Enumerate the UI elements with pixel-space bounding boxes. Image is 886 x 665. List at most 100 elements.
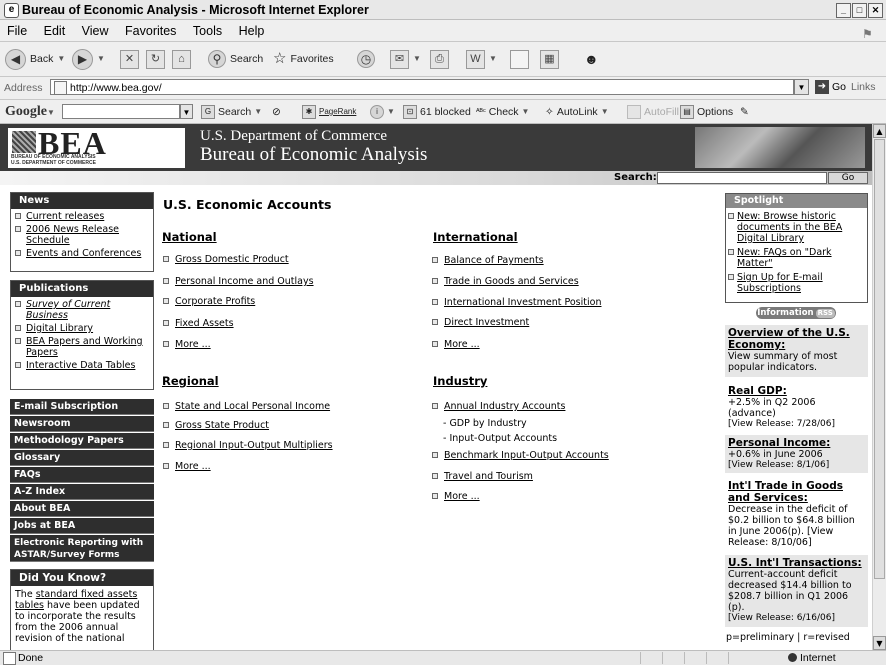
close-button[interactable]: ✕ (868, 3, 883, 18)
link-trade[interactable]: Trade in Goods and Services (431, 276, 579, 287)
scroll-down-button[interactable]: ▼ (873, 636, 886, 650)
research-button[interactable]: ▦ (540, 48, 559, 70)
nav-jobs[interactable]: Jobs at BEA (10, 518, 154, 534)
link-direct-investment[interactable]: Direct Investment (431, 317, 529, 328)
favorites-button[interactable]: ☆ Favorites (273, 48, 334, 70)
indicator-intl-transactions[interactable]: U.S. Int'l Transactions: Current-account… (725, 555, 868, 627)
autofill-button[interactable]: AutoFill (627, 104, 679, 120)
address-dropdown-button[interactable]: ▼ (794, 79, 809, 95)
minimize-button[interactable]: _ (836, 3, 851, 18)
pub-item-digital-library[interactable]: Digital Library (11, 323, 153, 334)
messenger-button[interactable]: ☻ (584, 48, 599, 70)
link-fixed-assets[interactable]: Fixed Assets (162, 318, 234, 329)
link-national-more[interactable]: More ... (162, 339, 211, 350)
menu-tools[interactable]: Tools (193, 24, 222, 38)
link-regional-more[interactable]: More ... (162, 461, 211, 472)
link-gross-state-product[interactable]: Gross State Product (162, 420, 269, 431)
link-gdp[interactable]: Gross Domestic Product (162, 254, 289, 265)
information-rss-button[interactable]: Information RSS (756, 307, 836, 319)
menu-favorites[interactable]: Favorites (125, 24, 176, 38)
discuss-button[interactable] (510, 48, 529, 70)
scroll-up-button[interactable]: ▲ (873, 124, 886, 138)
highlight-button[interactable]: ✎ (740, 104, 749, 120)
google-menu-button[interactable]: Google▼ (5, 104, 55, 120)
address-bar: Address http://www.bea.gov/ ▼ ➜ Go Links (0, 77, 886, 100)
menu-view[interactable]: View (82, 24, 109, 38)
nav-glossary[interactable]: Glossary (10, 450, 154, 466)
mail-button[interactable]: ✉ ▼ (390, 48, 421, 70)
vertical-scrollbar[interactable]: ▲ ▼ (872, 124, 886, 650)
nav-faqs[interactable]: FAQs (10, 467, 154, 483)
go-button[interactable]: ➜ Go (815, 79, 846, 95)
back-button[interactable]: ◀ Back ▼ (5, 48, 65, 70)
link-corporate-profits[interactable]: Corporate Profits (162, 296, 255, 307)
link-balance-of-payments[interactable]: Balance of Payments (431, 255, 544, 266)
regional-heading[interactable]: Regional (162, 374, 219, 388)
options-button[interactable]: ▤ Options (680, 104, 733, 120)
maximize-button[interactable]: □ (852, 3, 867, 18)
google-search-input[interactable] (62, 104, 180, 119)
spotlight-item-digital-library[interactable]: New: Browse historic documents in the BE… (726, 211, 863, 244)
address-input[interactable]: http://www.bea.gov/ (50, 79, 794, 95)
international-heading[interactable]: International (433, 230, 518, 244)
site-search-go-button[interactable]: Go (828, 172, 868, 184)
spotlight-item-email-signup[interactable]: Sign Up for E-mail Subscriptions (726, 272, 863, 294)
menu-help[interactable]: Help (239, 24, 265, 38)
preliminary-revised-legend: p=preliminary | r=revised (726, 632, 850, 643)
bea-logo[interactable]: BEA BUREAU OF ECONOMIC ANALYSIS U.S. DEPA… (8, 125, 185, 168)
site-search-input[interactable] (657, 172, 827, 184)
nav-electronic-reporting[interactable]: Electronic Reporting with ASTAR/Survey F… (10, 535, 154, 562)
window-title-bar[interactable]: e Bureau of Economic Analysis - Microsof… (0, 0, 886, 20)
menu-file[interactable]: File (7, 24, 27, 38)
news-item-release-schedule[interactable]: 2006 News Release Schedule (11, 224, 153, 246)
google-pagerank[interactable]: ✱ PageRank (302, 104, 356, 120)
indicator-overview[interactable]: Overview of the U.S. Economy: View summa… (725, 325, 868, 377)
google-news-button[interactable]: ⊘ (272, 104, 281, 120)
autolink-button[interactable]: ✧ AutoLink ▼ (545, 104, 609, 120)
menu-edit[interactable]: Edit (44, 24, 66, 38)
home-button[interactable]: ⌂ (172, 48, 191, 70)
sub-input-output[interactable]: - Input-Output Accounts (433, 433, 557, 444)
pub-item-survey[interactable]: Survey of Current Business (11, 299, 153, 321)
google-search-button[interactable]: G Search ▼ (201, 104, 262, 120)
stop-button[interactable]: ✕ (120, 48, 139, 70)
nav-newsroom[interactable]: Newsroom (10, 416, 154, 432)
pub-item-interactive-tables[interactable]: Interactive Data Tables (11, 360, 153, 371)
link-regional-multipliers[interactable]: Regional Input-Output Multipliers (162, 440, 333, 451)
refresh-button[interactable]: ↻ (146, 48, 165, 70)
link-travel-tourism[interactable]: Travel and Tourism (431, 471, 533, 482)
nav-az-index[interactable]: A-Z Index (10, 484, 154, 500)
print-button[interactable]: ⎙ (430, 48, 449, 70)
link-annual-industry[interactable]: Annual Industry Accounts (431, 401, 565, 412)
search-button[interactable]: ⚲ Search (208, 48, 263, 70)
link-benchmark-io[interactable]: Benchmark Input-Output Accounts (431, 450, 609, 461)
links-button[interactable]: Links (851, 81, 876, 93)
google-search-dropdown[interactable]: ▼ (180, 104, 193, 119)
indicator-real-gdp[interactable]: Real GDP: +2.5% in Q2 2006 (advance) [Vi… (725, 383, 868, 430)
edit-button[interactable]: W ▼ (466, 48, 497, 70)
nav-about[interactable]: About BEA (10, 501, 154, 517)
link-international-more[interactable]: More ... (431, 339, 480, 350)
link-investment-position[interactable]: International Investment Position (431, 297, 601, 308)
nav-methodology[interactable]: Methodology Papers (10, 433, 154, 449)
google-info-button[interactable]: i ▼ (370, 104, 395, 120)
scroll-thumb[interactable] (874, 139, 885, 579)
pub-item-papers[interactable]: BEA Papers and Working Papers (11, 336, 153, 358)
nav-email-subscription[interactable]: E-mail Subscription Service (10, 399, 154, 428)
indicator-intl-trade[interactable]: Int'l Trade in Goods and Services: Decre… (725, 478, 868, 550)
link-personal-income[interactable]: Personal Income and Outlays (162, 276, 314, 287)
national-heading[interactable]: National (162, 230, 217, 244)
indicator-personal-income[interactable]: Personal Income: +0.6% in June 2006 [Vie… (725, 435, 868, 473)
news-item-events[interactable]: Events and Conferences (11, 248, 153, 259)
spellcheck-button[interactable]: ᴬᴮᶜ Check ▼ (476, 104, 529, 120)
sub-gdp-by-industry[interactable]: - GDP by Industry (433, 418, 527, 429)
popup-blocker-button[interactable]: ⊡ 61 blocked (403, 104, 471, 120)
windows-logo-icon: ⚑ (862, 27, 873, 41)
industry-heading[interactable]: Industry (433, 374, 487, 388)
history-button[interactable]: ◷ (357, 48, 375, 70)
forward-button[interactable]: ▶ ▼ (72, 48, 105, 70)
link-state-local-income[interactable]: State and Local Personal Income (162, 401, 330, 412)
news-item-current-releases[interactable]: Current releases (11, 211, 153, 222)
link-industry-more[interactable]: More ... (431, 491, 480, 502)
spotlight-item-dark-matter[interactable]: New: FAQs on "Dark Matter" (726, 247, 863, 269)
